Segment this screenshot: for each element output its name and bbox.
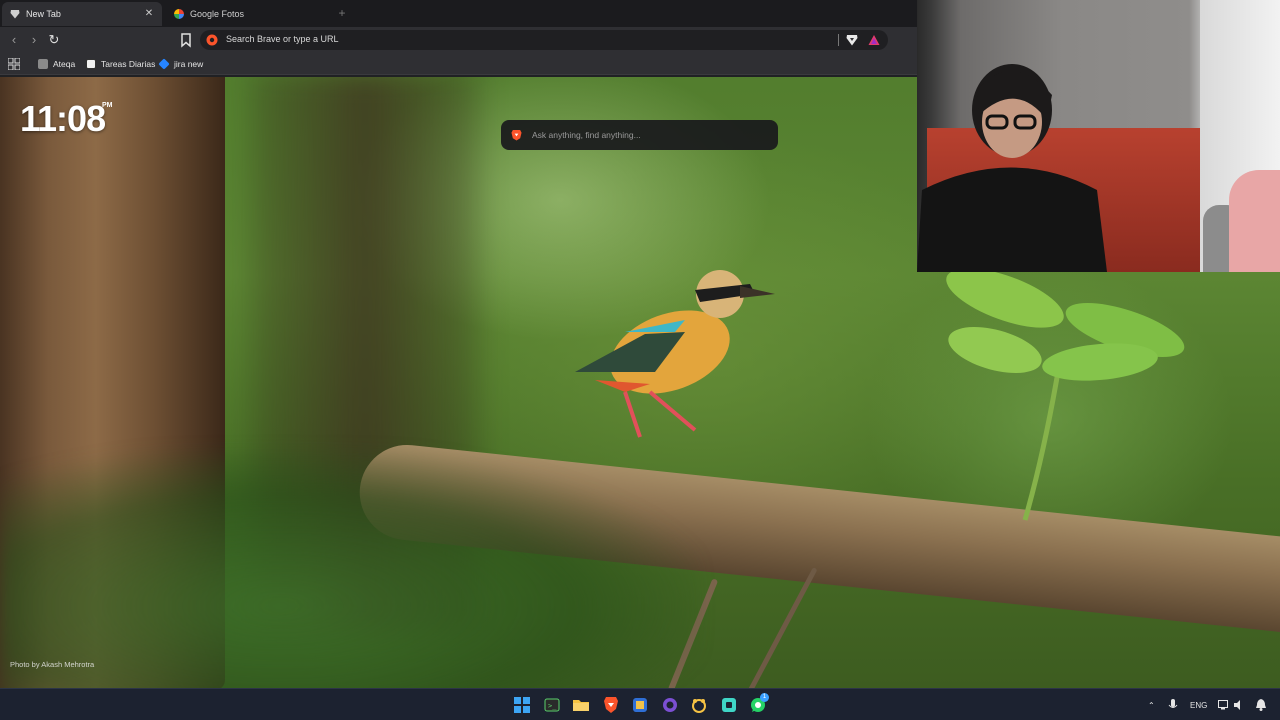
divider xyxy=(838,34,839,46)
navigation-bar: ‹ › ↻ Search Brave or type a URL xyxy=(0,27,917,53)
notion-icon xyxy=(86,59,96,69)
person-arm xyxy=(1229,170,1280,272)
webcam-overlay xyxy=(917,0,1280,272)
show-hidden-icons-chevron-icon[interactable]: ⌃ xyxy=(1148,689,1155,720)
new-tab-plus-icon[interactable]: + xyxy=(334,5,350,21)
person-in-webcam xyxy=(917,64,1107,272)
tab-new-tab[interactable]: New Tab ✕ xyxy=(2,2,162,26)
tab-label: New Tab xyxy=(26,9,61,19)
blurred-foliage xyxy=(0,450,700,688)
clock-ampm: PM xyxy=(102,102,113,109)
notification-bell-icon[interactable] xyxy=(1256,689,1266,720)
tab-label: Google Fotos xyxy=(190,9,245,19)
tab-strip: New Tab ✕ Google Fotos + xyxy=(0,0,917,27)
svg-text:>_: >_ xyxy=(548,702,557,710)
language-indicator[interactable]: ENG xyxy=(1190,689,1207,720)
volume-icon[interactable] xyxy=(1234,689,1244,720)
browser-window-chrome: New Tab ✕ Google Fotos + ‹ › ↻ Search Br… xyxy=(0,0,917,77)
desktop-screen: 11:08 PM Ask anything, find anything... … xyxy=(0,0,1280,720)
close-icon[interactable]: ✕ xyxy=(142,7,156,21)
file-explorer-icon[interactable] xyxy=(571,695,591,715)
twig xyxy=(747,567,818,688)
bookmark-jira-new[interactable]: jira new xyxy=(158,57,204,71)
tab-google-fotos[interactable]: Google Fotos xyxy=(166,2,326,26)
brave-logo-icon xyxy=(511,129,522,141)
forward-arrow-icon[interactable]: › xyxy=(26,32,42,48)
jira-icon xyxy=(158,58,170,70)
network-icon[interactable] xyxy=(1218,689,1230,720)
ntp-search-placeholder: Ask anything, find anything... xyxy=(532,130,641,140)
address-bar[interactable]: Search Brave or type a URL xyxy=(200,30,888,50)
bookmark-tareas-diarias[interactable]: Tareas Diarias xyxy=(86,57,155,71)
brave-browser-icon[interactable] xyxy=(601,695,621,715)
teams-app-icon[interactable] xyxy=(630,695,650,715)
screen-recorder-icon[interactable] xyxy=(719,695,739,715)
apps-grid-icon[interactable] xyxy=(8,58,20,70)
windows-start-icon[interactable] xyxy=(512,695,532,715)
leaf-sprout-image xyxy=(946,270,1185,521)
bookmark-site-icon xyxy=(38,59,48,69)
microphone-icon[interactable] xyxy=(1168,689,1178,720)
bookmark-ateqa[interactable]: Ateqa xyxy=(38,57,75,71)
bookmarks-bar: Ateqa Tareas Diarias jira new xyxy=(0,53,917,75)
bear-app-icon[interactable] xyxy=(689,695,709,715)
brave-shields-icon[interactable] xyxy=(846,34,858,46)
back-arrow-icon[interactable]: ‹ xyxy=(6,32,22,48)
brave-shield-icon xyxy=(10,10,20,19)
brave-rewards-icon[interactable] xyxy=(868,34,880,46)
windows-taskbar: >_ ⌃ ENG xyxy=(0,688,1280,720)
photo-credit[interactable]: Photo by Akash Mehrotra xyxy=(10,660,94,669)
bookmark-label: Tareas Diarias xyxy=(101,59,156,69)
bookmark-label: Ateqa xyxy=(53,59,76,69)
bookmark-label: jira new xyxy=(174,59,204,69)
pitta-bird-image xyxy=(575,270,775,438)
ntp-search-box[interactable]: Ask anything, find anything... xyxy=(501,120,778,150)
whatsapp-unread-badge: 1 xyxy=(760,693,769,702)
reload-icon[interactable]: ↻ xyxy=(46,32,62,48)
bookmark-icon[interactable] xyxy=(178,32,194,48)
google-photos-icon xyxy=(174,9,184,19)
address-bar-placeholder: Search Brave or type a URL xyxy=(226,34,339,44)
brave-search-icon xyxy=(206,34,218,46)
terminal-app-icon[interactable]: >_ xyxy=(542,695,562,715)
github-desktop-icon[interactable] xyxy=(660,695,680,715)
clock-time: 11:08 xyxy=(20,98,106,139)
